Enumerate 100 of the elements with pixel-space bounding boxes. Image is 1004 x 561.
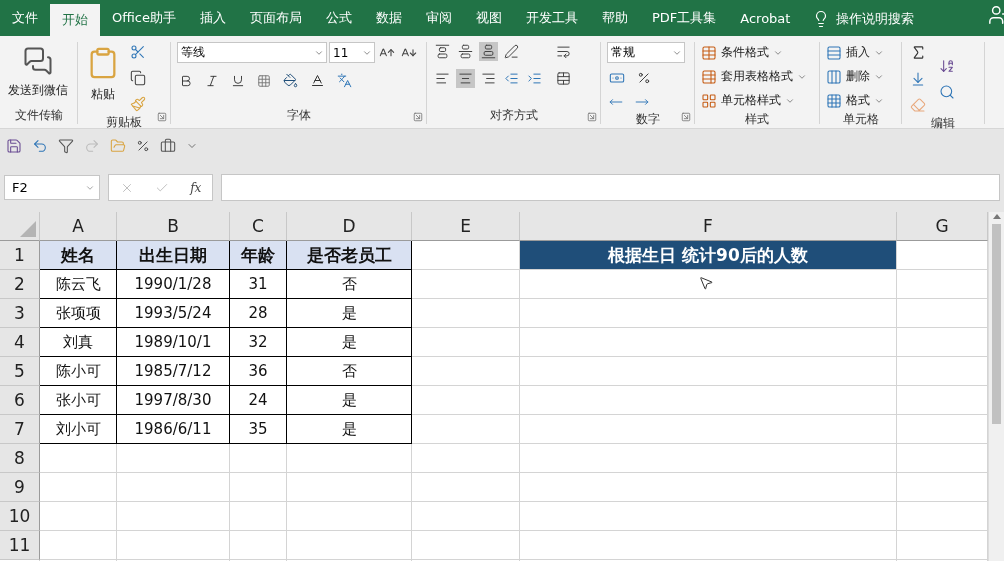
row-header[interactable]: 1 <box>0 241 40 270</box>
header-cell: 年龄 <box>230 241 287 270</box>
save-icon <box>6 138 22 154</box>
row-header[interactable]: 8 <box>0 444 40 473</box>
merge-cells-icon <box>556 71 571 86</box>
vertical-align-button[interactable] <box>479 42 498 61</box>
table-cell: 28 <box>230 299 287 328</box>
table-cell: 否 <box>287 357 412 386</box>
column-header[interactable]: D <box>287 212 412 241</box>
table-cell: 刘小可 <box>40 415 117 444</box>
fill-color-button[interactable] <box>281 71 300 90</box>
column-header[interactable]: C <box>230 212 287 241</box>
cells-icon <box>826 68 842 85</box>
group-label: 样式 <box>745 111 769 128</box>
ribbon-tab[interactable]: 文件 <box>0 4 50 32</box>
ribbon-tab[interactable]: 数据 <box>363 4 414 32</box>
dialog-launcher-icon[interactable] <box>413 112 423 122</box>
table-cell: 是 <box>287 415 412 444</box>
ribbon-tab[interactable]: 审阅 <box>413 4 464 32</box>
sort-icon <box>939 57 955 74</box>
ribbon-tab[interactable]: 开始 <box>50 4 100 36</box>
table-cell: 陈小可 <box>40 357 117 386</box>
indent-icon <box>527 71 542 86</box>
formula-input[interactable] <box>221 174 1000 201</box>
angled-text-icon <box>504 44 519 59</box>
column-header[interactable]: E <box>412 212 520 241</box>
font-field[interactable]: 等线 <box>177 42 327 63</box>
scrollbar-thumb[interactable] <box>992 224 1001 424</box>
ribbon-tab[interactable]: 插入 <box>187 4 238 32</box>
cells-menu-button[interactable]: 插入 <box>826 42 884 63</box>
folder-icon <box>110 138 126 154</box>
phonetic-button[interactable] <box>335 71 354 90</box>
row-header[interactable]: 9 <box>0 473 40 502</box>
vertical-align-button[interactable] <box>433 42 452 61</box>
table-cell: 张项项 <box>40 299 117 328</box>
search-icon <box>939 83 955 100</box>
tell-me-search[interactable]: 操作说明搜索 <box>836 10 915 28</box>
row-header[interactable]: 4 <box>0 328 40 357</box>
ribbon-tab[interactable]: 视图 <box>463 4 514 32</box>
row-header[interactable]: 5 <box>0 357 40 386</box>
row-header[interactable]: 2 <box>0 270 40 299</box>
ribbon-tab[interactable]: Acrobat <box>728 4 803 32</box>
ribbon-tab[interactable]: 帮助 <box>589 4 640 32</box>
row-header[interactable]: 7 <box>0 415 40 444</box>
column-header[interactable]: A <box>40 212 117 241</box>
header-cell: 出生日期 <box>117 241 230 270</box>
style-menu-button[interactable]: 条件格式 <box>701 42 807 63</box>
chat-bubbles-icon <box>23 46 53 76</box>
send-to-wechat-button[interactable]: 发送到微信 <box>6 42 70 103</box>
style-menu-button[interactable]: 套用表格格式 <box>701 66 807 87</box>
dialog-launcher-icon[interactable] <box>681 112 691 122</box>
ribbon-tab[interactable]: 公式 <box>313 4 364 32</box>
user-add-icon <box>988 4 1004 26</box>
ribbon-tab[interactable]: 页面布局 <box>237 4 314 32</box>
scissors-icon <box>130 44 146 60</box>
group-label: 字体 <box>286 107 311 124</box>
fill-down-icon <box>910 71 926 87</box>
name-box[interactable]: F2 <box>4 175 100 200</box>
table-cell: 1990/1/28 <box>117 270 230 299</box>
percent-icon <box>136 139 150 153</box>
table-icon <box>701 68 717 85</box>
style-menu-button[interactable]: 单元格样式 <box>701 90 807 111</box>
dialog-launcher-icon[interactable] <box>587 112 597 122</box>
table-cell: 是 <box>287 328 412 357</box>
merge-button[interactable] <box>554 69 573 88</box>
row-header[interactable]: 10 <box>0 502 40 531</box>
cells-menu-button[interactable]: 格式 <box>826 90 884 111</box>
number-format-field[interactable]: 常规 <box>607 42 685 63</box>
percent-icon <box>637 71 651 85</box>
mouse-pointer-icon <box>698 275 714 291</box>
row-header[interactable]: 6 <box>0 386 40 415</box>
italic-icon <box>205 73 219 88</box>
paste-button[interactable]: 粘贴 <box>84 42 122 107</box>
scroll-up-icon[interactable] <box>991 212 1002 220</box>
font-size-field[interactable]: 11 <box>329 42 375 63</box>
dialog-launcher-icon[interactable] <box>157 112 167 122</box>
header-cell: 是否老员工 <box>287 241 412 270</box>
table-cell: 35 <box>230 415 287 444</box>
ribbon-tab[interactable]: PDF工具集 <box>639 4 729 32</box>
column-header[interactable]: F <box>520 212 897 241</box>
horizontal-align-button[interactable] <box>456 69 475 88</box>
ribbon-tab[interactable]: Office助手 <box>100 4 188 32</box>
row-header[interactable]: 11 <box>0 531 40 560</box>
copy-button[interactable] <box>128 68 148 88</box>
align-icon <box>458 71 473 86</box>
cells-icon <box>826 92 842 109</box>
align-icon <box>481 44 496 59</box>
table-cell: 31 <box>230 270 287 299</box>
vertical-align-button[interactable] <box>456 42 475 61</box>
column-header[interactable]: G <box>897 212 988 241</box>
row-header[interactable]: 3 <box>0 299 40 328</box>
column-header[interactable]: B <box>117 212 230 241</box>
orientation-button[interactable] <box>502 42 521 61</box>
cells-menu-button[interactable]: 删除 <box>826 66 884 87</box>
table-cell: 1986/6/11 <box>117 415 230 444</box>
ribbon-tab[interactable]: 开发工具 <box>513 4 590 32</box>
phonetic-icon <box>337 73 352 88</box>
font-color-icon <box>310 73 325 88</box>
align-icon <box>481 71 496 86</box>
insert-function-button[interactable]: fx <box>190 180 202 195</box>
